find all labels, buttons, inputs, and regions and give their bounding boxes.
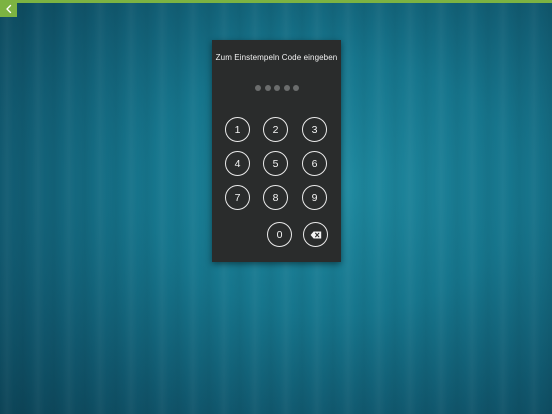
key-7[interactable]: 7 — [225, 185, 250, 210]
pin-pad-panel: Zum Einstempeln Code eingeben 1 2 3 4 5 … — [212, 40, 341, 262]
key-0[interactable]: 0 — [267, 222, 292, 247]
key-5[interactable]: 5 — [263, 151, 288, 176]
key-4[interactable]: 4 — [225, 151, 250, 176]
key-6[interactable]: 6 — [302, 151, 327, 176]
key-1[interactable]: 1 — [225, 117, 250, 142]
pin-dot — [293, 85, 299, 91]
key-8[interactable]: 8 — [263, 185, 288, 210]
pin-dots — [255, 85, 299, 92]
backspace-icon — [310, 231, 322, 239]
pin-pad-title: Zum Einstempeln Code eingeben — [215, 53, 338, 62]
pin-dot — [283, 85, 290, 91]
key-2[interactable]: 2 — [263, 117, 288, 142]
back-button[interactable] — [0, 0, 17, 17]
backspace-button[interactable] — [303, 222, 328, 247]
chevron-left-icon — [5, 4, 13, 14]
pin-dot — [255, 85, 261, 91]
key-9[interactable]: 9 — [302, 185, 327, 210]
pin-dot — [264, 85, 271, 91]
key-3[interactable]: 3 — [302, 117, 327, 142]
top-accent-bar — [0, 0, 552, 3]
pin-dot — [274, 85, 280, 91]
